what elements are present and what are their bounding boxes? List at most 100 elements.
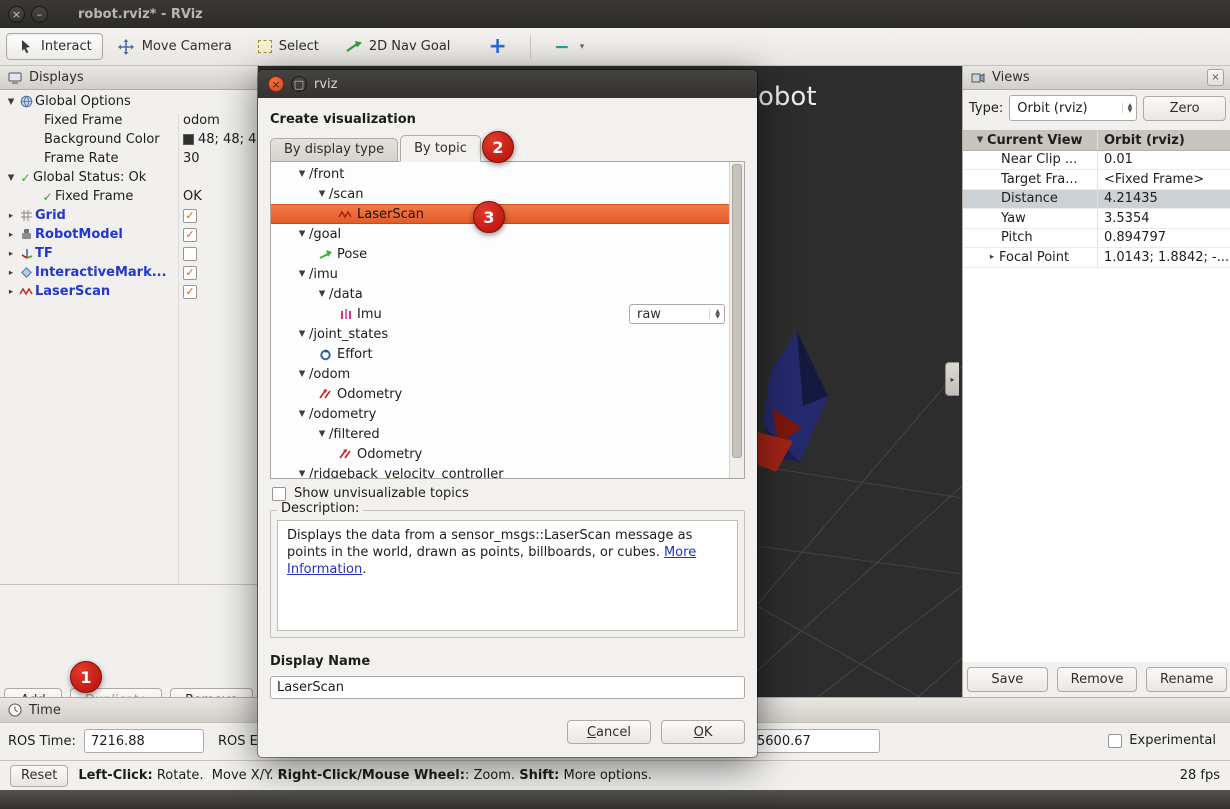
topic-row-filtered[interactable]: ▼ /filtered: [271, 424, 729, 444]
robotmodel-enabled-checkbox[interactable]: ✓: [183, 228, 197, 242]
rename-view-button[interactable]: Rename: [1146, 667, 1227, 692]
topic-row-front[interactable]: ▼ /front: [271, 164, 729, 184]
window-minimize-button[interactable]: –: [31, 6, 48, 23]
property-row-frame-rate[interactable]: Frame Rate 30: [0, 149, 257, 168]
ok-button[interactable]: OK: [661, 720, 745, 744]
expander-open-icon[interactable]: ▼: [295, 369, 309, 379]
expander-open-icon[interactable]: ▼: [315, 189, 329, 199]
nav-goal-tool-button[interactable]: 2D Nav Goal: [334, 33, 462, 60]
display-name-input[interactable]: [270, 676, 745, 699]
view-row-current-view[interactable]: ▼ Current View Orbit (rviz): [963, 131, 1230, 151]
add-tool-button[interactable]: +: [477, 34, 517, 60]
display-row-laserscan[interactable]: ▸ LaserScan ✓: [0, 282, 257, 301]
views-panel-header[interactable]: Views ×: [963, 66, 1230, 90]
view-row-distance[interactable]: Distance 4.21435: [963, 190, 1230, 210]
views-close-button[interactable]: ×: [1207, 69, 1224, 86]
select-tool-button[interactable]: Select: [247, 33, 330, 60]
view-row-near-clip[interactable]: Near Clip ... 0.01: [963, 151, 1230, 171]
interactivemarkers-enabled-checkbox[interactable]: ✓: [183, 266, 197, 280]
expander-open-icon[interactable]: ▼: [295, 469, 309, 479]
topic-row-imu-ns[interactable]: ▼ /imu: [271, 264, 729, 284]
zero-button[interactable]: Zero: [1143, 96, 1226, 121]
spinner-arrows-icon[interactable]: ▲▼: [1122, 103, 1133, 113]
expander-open-icon[interactable]: ▼: [315, 429, 329, 439]
expander-open-icon[interactable]: ▼: [295, 229, 309, 239]
laserscan-enabled-checkbox[interactable]: ✓: [183, 285, 197, 299]
property-column-divider[interactable]: [178, 114, 179, 584]
display-row-robotmodel[interactable]: ▸ RobotModel ✓: [0, 225, 257, 244]
toolbar: Interact Move Camera Select 2D Nav Goal …: [0, 28, 1230, 66]
dialog-titlebar[interactable]: × □ rviz: [258, 70, 757, 98]
panel-resize-handle[interactable]: ▸: [945, 362, 959, 396]
tab-by-topic[interactable]: By topic: [400, 135, 481, 162]
ros-time-field[interactable]: [84, 729, 204, 753]
show-unvisualizable-checkbox[interactable]: Show unvisualizable topics: [272, 486, 469, 501]
expander-open-icon[interactable]: ▼: [295, 409, 309, 419]
property-row-global-options[interactable]: ▼ Global Options: [0, 92, 257, 111]
displays-tree: ▼ Global Options Fixed Frame odom Backgr…: [0, 90, 257, 301]
view-type-combo[interactable]: Orbit (rviz) ▲▼: [1009, 95, 1137, 121]
expander-open-icon[interactable]: ▼: [4, 173, 18, 183]
interact-tool-button[interactable]: Interact: [6, 33, 103, 60]
property-row-background-color[interactable]: Background Color 48; 48; 48: [0, 130, 257, 149]
wall-time-field[interactable]: [750, 729, 880, 753]
view-row-yaw[interactable]: Yaw 3.5354: [963, 209, 1230, 229]
remove-tool-button[interactable]: − ▾: [543, 34, 595, 60]
imu-queue-combo[interactable]: raw ▲▼: [629, 304, 725, 324]
cancel-button[interactable]: Cancel: [567, 720, 651, 744]
save-view-button[interactable]: Save: [967, 667, 1048, 692]
expander-open-icon[interactable]: ▼: [295, 329, 309, 339]
expander-closed-icon[interactable]: ▸: [4, 249, 18, 259]
expander-open-icon[interactable]: ▼: [295, 169, 309, 179]
expander-open-icon[interactable]: ▼: [315, 289, 329, 299]
topic-row-scan[interactable]: ▼ /scan: [271, 184, 729, 204]
topic-row-odom[interactable]: ▼ /odom: [271, 364, 729, 384]
topic-row-data[interactable]: ▼ /data: [271, 284, 729, 304]
dialog-maximize-button[interactable]: □: [291, 76, 307, 92]
property-row-fixed-frame[interactable]: Fixed Frame odom: [0, 111, 257, 130]
displays-panel-header[interactable]: Displays: [0, 66, 257, 90]
add-display-button[interactable]: Add: [4, 688, 62, 697]
expander-closed-icon[interactable]: ▸: [4, 268, 18, 278]
remove-display-button[interactable]: Remove: [170, 688, 253, 697]
expander-closed-icon[interactable]: ▸: [4, 287, 18, 297]
window-close-button[interactable]: ×: [8, 6, 25, 23]
tab-by-display-type[interactable]: By display type: [270, 138, 398, 162]
laserscan-icon: [18, 286, 35, 297]
handle-arrow-icon: ▸: [950, 375, 954, 384]
display-row-interactivemarkers[interactable]: ▸ InteractiveMark... ✓: [0, 263, 257, 282]
dialog-close-button[interactable]: ×: [268, 76, 284, 92]
interactive-markers-icon: [18, 266, 35, 279]
expander-closed-icon[interactable]: ▸: [985, 252, 999, 262]
property-row-fixed-frame-status[interactable]: ✓ Fixed Frame OK: [0, 187, 257, 206]
topic-row-joint-states[interactable]: ▼ /joint_states: [271, 324, 729, 344]
expander-open-icon[interactable]: ▼: [973, 135, 987, 145]
displays-buttons: Add Duplicate Remove: [0, 688, 257, 697]
topic-row-ridgeback[interactable]: ▼ /ridgeback_velocity_controller: [271, 464, 729, 479]
topic-row-pose[interactable]: Pose: [271, 244, 729, 264]
topic-row-odometry-filtered[interactable]: Odometry: [271, 444, 729, 464]
reset-button[interactable]: Reset: [10, 765, 68, 787]
view-row-pitch[interactable]: Pitch 0.894797: [963, 229, 1230, 249]
topic-tree-scrollbar[interactable]: [729, 162, 744, 478]
expander-open-icon[interactable]: ▼: [295, 269, 309, 279]
view-row-focal-point[interactable]: ▸ Focal Point 1.0143; 1.8842; -...: [963, 248, 1230, 268]
expander-closed-icon[interactable]: ▸: [4, 211, 18, 221]
tf-enabled-checkbox[interactable]: [183, 247, 197, 261]
expander-closed-icon[interactable]: ▸: [4, 230, 18, 240]
odometry-icon: [337, 448, 354, 460]
topic-row-imu[interactable]: Imu raw ▲▼: [271, 304, 729, 324]
topic-row-effort[interactable]: Effort: [271, 344, 729, 364]
remove-view-button[interactable]: Remove: [1057, 667, 1138, 692]
scrollbar-thumb[interactable]: [732, 164, 742, 458]
view-row-target-frame[interactable]: Target Fra... <Fixed Frame>: [963, 170, 1230, 190]
display-row-tf[interactable]: ▸ TF: [0, 244, 257, 263]
grid-enabled-checkbox[interactable]: ✓: [183, 209, 197, 223]
display-row-grid[interactable]: ▸ Grid ✓: [0, 206, 257, 225]
topic-row-odometry[interactable]: Odometry: [271, 384, 729, 404]
expander-open-icon[interactable]: ▼: [4, 97, 18, 107]
property-row-global-status[interactable]: ▼ ✓ Global Status: Ok: [0, 168, 257, 187]
experimental-checkbox[interactable]: Experimental: [1108, 733, 1216, 748]
topic-row-odometry-ns[interactable]: ▼ /odometry: [271, 404, 729, 424]
move-camera-tool-button[interactable]: Move Camera: [107, 33, 243, 61]
